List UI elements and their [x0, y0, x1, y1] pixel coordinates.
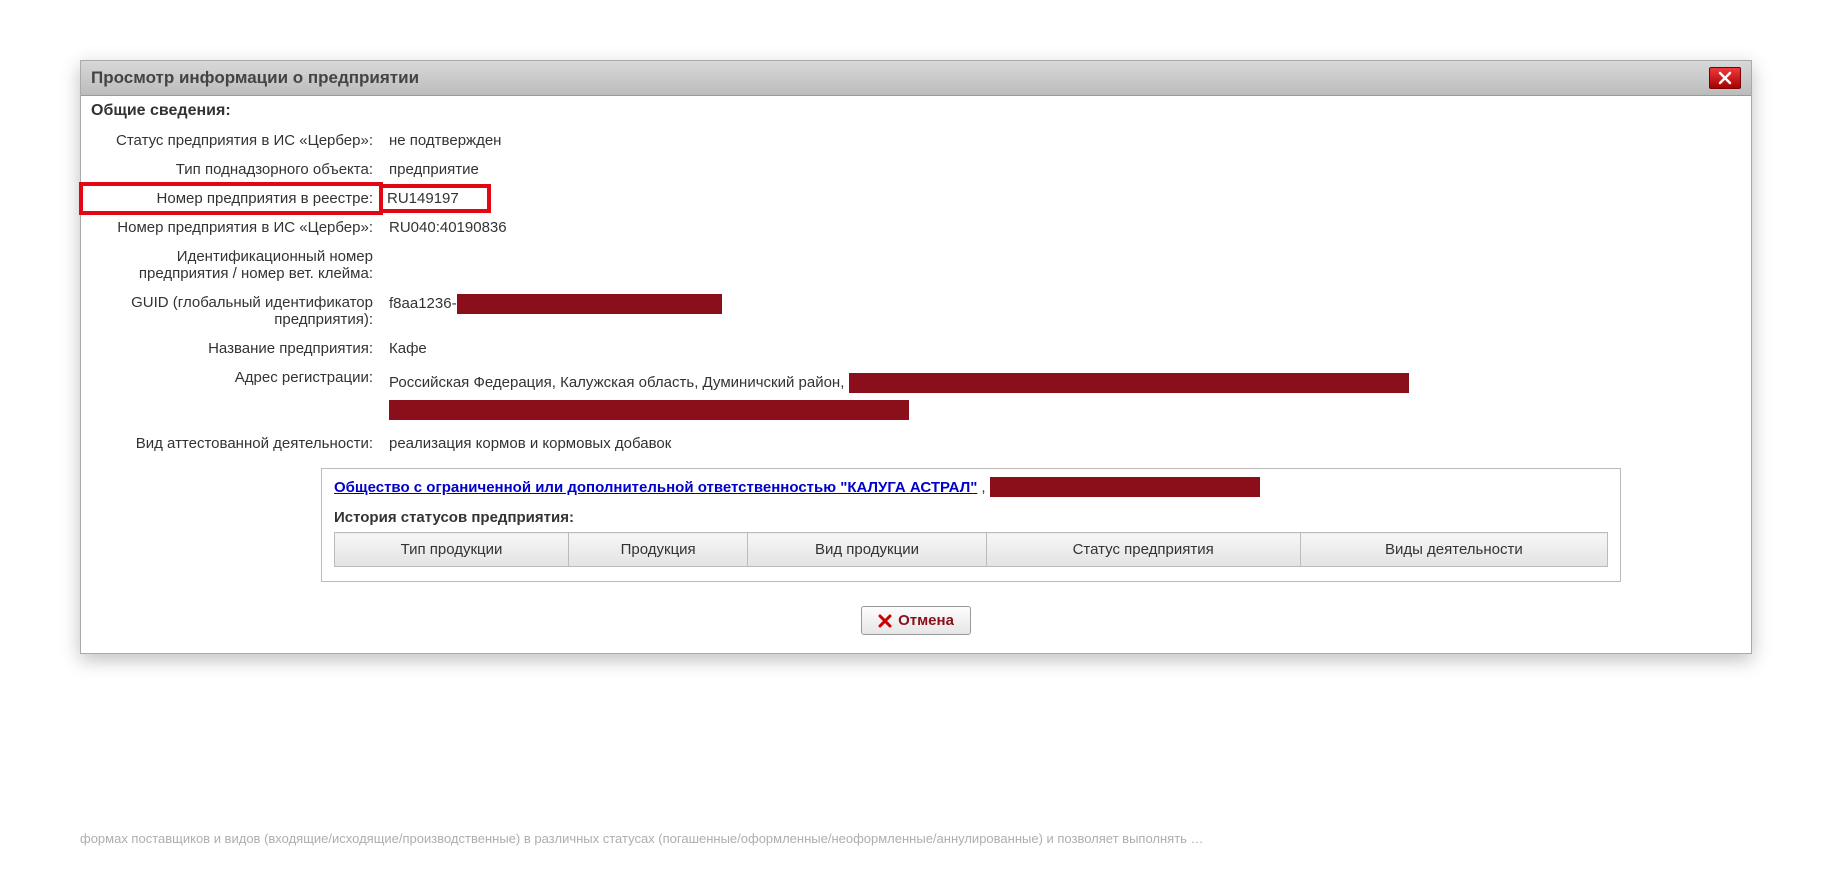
dialog-title: Просмотр информации о предприятии	[91, 68, 419, 88]
label-objtype: Тип поднадзорного объекта:	[81, 155, 381, 184]
label-idnum: Идентификационный номер предприятия / но…	[81, 242, 381, 288]
row-name: Название предприятия: Кафе	[81, 334, 1751, 363]
col-enterprise-status: Статус предприятия	[986, 533, 1300, 567]
label-addr: Адрес регистрации:	[81, 363, 381, 429]
value-idnum	[381, 242, 1751, 288]
value-objtype: предприятие	[381, 155, 1751, 184]
label-activity: Вид аттестованной деятельности:	[81, 429, 381, 458]
row-status: Статус предприятия в ИС «Цербер»: не под…	[81, 126, 1751, 155]
label-guid: GUID (глобальный идентификатор предприят…	[81, 288, 381, 334]
col-product: Продукция	[568, 533, 747, 567]
status-header-row: Тип продукции Продукция Вид продукции Ст…	[335, 533, 1608, 567]
col-activity-kinds: Виды деятельности	[1300, 533, 1607, 567]
row-idnum: Идентификационный номер предприятия / но…	[81, 242, 1751, 288]
section-general-title: Общие сведения:	[81, 96, 1751, 126]
close-icon	[1718, 71, 1732, 85]
col-product-type: Тип продукции	[335, 533, 569, 567]
value-regnum-cell: RU149197	[381, 184, 1751, 213]
label-name: Название предприятия:	[81, 334, 381, 363]
close-button[interactable]	[1709, 67, 1741, 89]
history-title: История статусов предприятия:	[334, 509, 1608, 526]
addr-prefix: Российская Федерация, Калужская область,…	[389, 374, 844, 391]
dialog-header: Просмотр информации о предприятии	[81, 61, 1751, 96]
cancel-button[interactable]: Отмена	[861, 606, 971, 635]
col-product-kind: Вид продукции	[748, 533, 986, 567]
background-page-text: формах поставщиков и видов (входящие/исх…	[80, 831, 1752, 846]
org-suffix: ,	[981, 479, 985, 496]
row-addr: Адрес регистрации: Российская Федерация,…	[81, 363, 1751, 429]
redacted-addr-2	[389, 400, 909, 420]
row-activity: Вид аттестованной деятельности: реализац…	[81, 429, 1751, 458]
enterprise-info-dialog: Просмотр информации о предприятии Общие …	[80, 60, 1752, 654]
redacted-guid	[457, 294, 722, 314]
organization-link[interactable]: Общество с ограниченной или дополнительн…	[334, 479, 977, 496]
row-objtype: Тип поднадзорного объекта: предприятие	[81, 155, 1751, 184]
value-guid: f8aa1236-	[381, 288, 1751, 334]
value-cerbnum: RU040:40190836	[381, 213, 1751, 242]
status-history-table: Тип продукции Продукция Вид продукции Ст…	[334, 532, 1608, 567]
row-cerbnum: Номер предприятия в ИС «Цербер»: RU040:4…	[81, 213, 1751, 242]
org-link-row: Общество с ограниченной или дополнительн…	[334, 477, 1608, 497]
guid-prefix: f8aa1236-	[389, 295, 457, 312]
label-cerbnum: Номер предприятия в ИС «Цербер»:	[81, 213, 381, 242]
cancel-icon	[878, 614, 892, 628]
cancel-label: Отмена	[898, 612, 954, 629]
dialog-footer: Отмена	[81, 592, 1751, 653]
label-regnum: Номер предприятия в реестре:	[81, 184, 381, 213]
org-history-panel: Общество с ограниченной или дополнительн…	[321, 468, 1621, 582]
info-table: Статус предприятия в ИС «Цербер»: не под…	[81, 126, 1751, 458]
row-guid: GUID (глобальный идентификатор предприят…	[81, 288, 1751, 334]
value-name: Кафе	[381, 334, 1751, 363]
value-status: не подтвержден	[381, 126, 1751, 155]
value-addr: Российская Федерация, Калужская область,…	[381, 363, 1751, 429]
label-status: Статус предприятия в ИС «Цербер»:	[81, 126, 381, 155]
value-regnum: RU149197	[381, 186, 489, 211]
row-regnum: Номер предприятия в реестре: RU149197	[81, 184, 1751, 213]
value-activity: реализация кормов и кормовых добавок	[381, 429, 1751, 458]
redacted-addr-1	[849, 373, 1409, 393]
redacted-org	[990, 477, 1260, 497]
